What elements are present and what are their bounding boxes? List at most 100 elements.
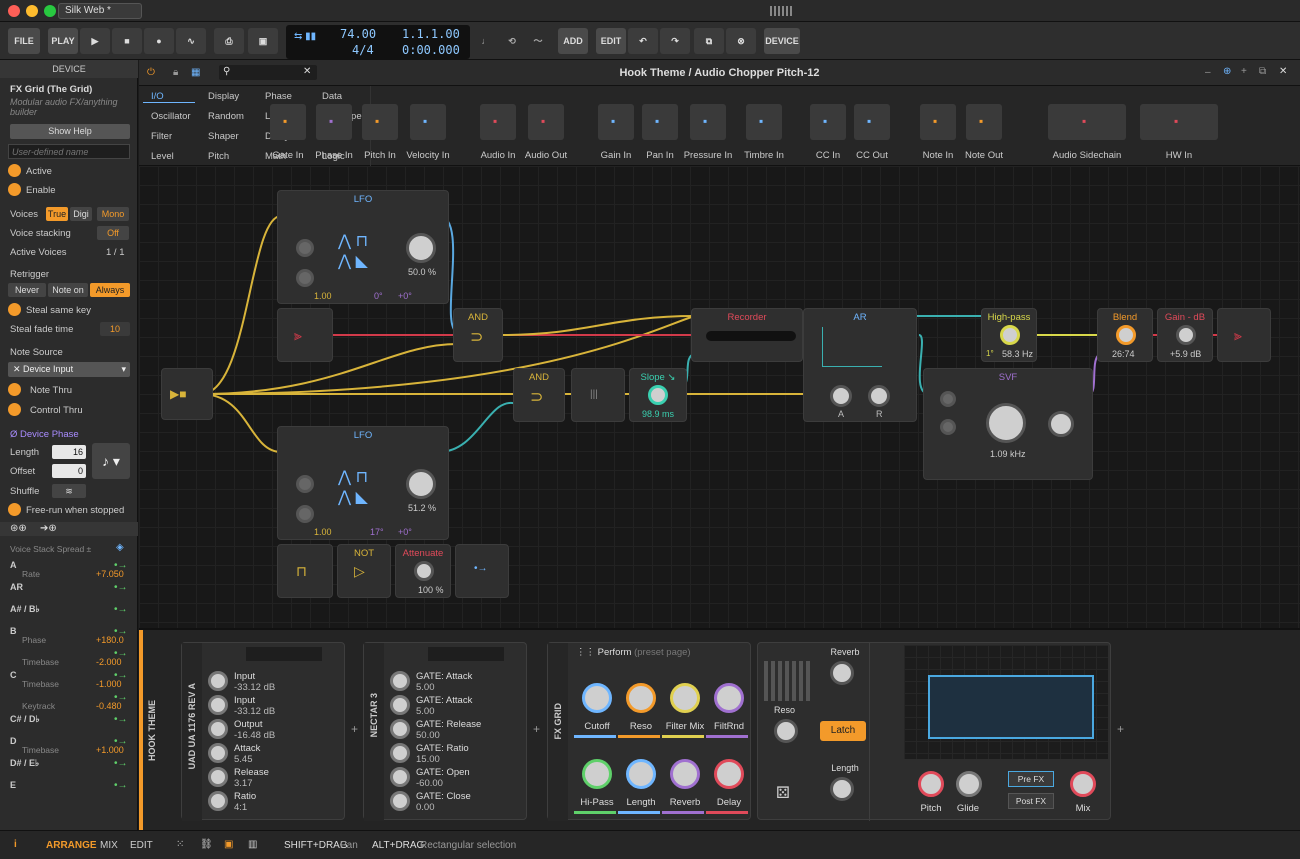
link-icon[interactable]: ⛓︎ bbox=[200, 839, 213, 850]
device-fx-grid[interactable]: FX GRID ⋮⋮ Perform (preset page) Cutoff R… bbox=[547, 642, 751, 821]
macro-knob-3[interactable] bbox=[670, 683, 700, 713]
module-audio-in[interactable]: ▪ bbox=[480, 104, 516, 140]
macro-knob-7[interactable] bbox=[670, 759, 700, 789]
lfo-2-rate[interactable]: 1.00 bbox=[314, 527, 332, 537]
mod-routing-icon[interactable]: •→ bbox=[114, 780, 128, 791]
svf-reso-knob[interactable] bbox=[1048, 411, 1074, 437]
tempo-display[interactable]: 74.00 bbox=[340, 27, 376, 41]
close-panel-icon[interactable]: ✕ bbox=[1279, 66, 1287, 77]
module-note-out[interactable]: ▪ bbox=[966, 104, 1002, 140]
lfo-2-phase[interactable]: 17° bbox=[370, 527, 384, 537]
highpass-order[interactable]: 1° bbox=[986, 349, 994, 358]
mod-routing-icon[interactable]: •→ bbox=[114, 560, 128, 571]
patch-grid[interactable]: ▶■ LFO 50.0 % ⋀ ⊓ ⋀ ◣ 1.00 0° +0° ⫸ AND ⊃… bbox=[139, 166, 1300, 628]
attenuate-node[interactable]: Attenuate 100 % bbox=[395, 544, 451, 598]
module-hw-in[interactable]: ▪ bbox=[1140, 104, 1218, 140]
param-knob[interactable] bbox=[390, 791, 410, 811]
category-data[interactable]: Data bbox=[322, 91, 342, 102]
stop-button[interactable]: ■ bbox=[112, 28, 142, 54]
param-knob[interactable] bbox=[208, 743, 228, 763]
macro-knob-4[interactable] bbox=[714, 683, 744, 713]
layout-button[interactable]: ▣ bbox=[248, 28, 278, 54]
module-cc-out[interactable]: ▪ bbox=[854, 104, 890, 140]
shuffle-button[interactable]: ≋ bbox=[52, 484, 86, 498]
mix-knob[interactable] bbox=[1070, 771, 1096, 797]
project-tab[interactable]: Silk Web * bbox=[58, 3, 142, 19]
position-display[interactable]: 1.1.1.00 bbox=[402, 27, 460, 41]
steal-fade-value[interactable]: 10 bbox=[100, 322, 130, 336]
cable-clock-lfo2[interactable] bbox=[200, 393, 282, 453]
module-note-in[interactable]: ▪ bbox=[920, 104, 956, 140]
category-level[interactable]: Level bbox=[151, 151, 174, 162]
waveform-selector[interactable]: ⋀ ⊓ ⋀ ◣ bbox=[338, 467, 368, 507]
macro-knob-8[interactable] bbox=[714, 759, 744, 789]
retrigger-note-on-button[interactable]: Note on bbox=[48, 283, 88, 297]
redo-button[interactable]: ↷ bbox=[660, 28, 690, 54]
param-knob[interactable] bbox=[390, 719, 410, 739]
not-node[interactable]: NOT ▷ bbox=[337, 544, 391, 598]
modulator-tab-icon[interactable]: ⊛⊕ bbox=[10, 523, 27, 534]
lfo-2-amount-knob[interactable] bbox=[406, 469, 436, 499]
device-nectar-3[interactable]: NECTAR 3 GATE: Attack 5.00 GATE: Attack 5.0… bbox=[363, 642, 527, 821]
lfo-2-offset[interactable]: +0° bbox=[398, 527, 412, 537]
gain-node[interactable]: Gain - dB +5.9 dB bbox=[1157, 308, 1213, 362]
steal-same-key-checkbox[interactable] bbox=[8, 303, 21, 316]
phase-in-node[interactable]: ▶■ bbox=[161, 368, 213, 420]
param-row[interactable]: Input -33.12 dB bbox=[234, 695, 275, 717]
category-filter[interactable]: Filter bbox=[151, 131, 172, 142]
length-value[interactable]: 16 bbox=[52, 445, 86, 459]
lfo-2-knob-a[interactable] bbox=[296, 475, 314, 493]
param-row[interactable]: GATE: Close 0.00 bbox=[416, 791, 471, 813]
module-velocity-in[interactable]: ▪ bbox=[410, 104, 446, 140]
device-2-search[interactable] bbox=[428, 647, 504, 661]
module-timbre-in[interactable]: ▪ bbox=[746, 104, 782, 140]
xy-pad[interactable] bbox=[904, 645, 1108, 759]
attack-knob[interactable] bbox=[830, 385, 852, 407]
popout-icon[interactable]: ⧉ bbox=[1259, 66, 1266, 77]
gate-repeat-node[interactable]: ||| bbox=[571, 368, 625, 422]
mod-routing-icon[interactable]: •→ bbox=[114, 758, 128, 769]
device-1-search[interactable] bbox=[246, 647, 322, 661]
release-knob[interactable] bbox=[868, 385, 890, 407]
highpass-node[interactable]: High-pass 1° 58.3 Hz bbox=[981, 308, 1037, 362]
add-device-button[interactable]: + bbox=[1117, 722, 1124, 736]
param-row[interactable]: Output -16.48 dB bbox=[234, 719, 275, 741]
enable-checkbox[interactable] bbox=[8, 183, 21, 196]
category-pitch[interactable]: Pitch bbox=[208, 151, 229, 162]
routing-tab-icon[interactable]: ➔⊕ bbox=[40, 523, 57, 534]
add-button[interactable]: ADD bbox=[558, 28, 588, 54]
undo-button[interactable]: ↶ bbox=[628, 28, 658, 54]
dice-icon[interactable]: ⚄ bbox=[776, 783, 790, 803]
device-uad-1176[interactable]: UAD UA 1176 REV A Input -33.12 dB Input -33… bbox=[181, 642, 345, 821]
param-knob[interactable] bbox=[208, 695, 228, 715]
recorder-node[interactable]: Recorder bbox=[691, 308, 803, 362]
mod-routing-icon[interactable]: •→ bbox=[114, 714, 128, 725]
and-node-2[interactable]: AND ⊃ bbox=[513, 368, 565, 422]
lfo-2-knob-b[interactable] bbox=[296, 505, 314, 523]
mod-routing-icon[interactable]: •→ bbox=[114, 670, 128, 681]
retrigger-never-button[interactable]: Never bbox=[8, 283, 46, 297]
param-row[interactable]: GATE: Open -60.00 bbox=[416, 767, 470, 789]
add-device-button[interactable]: + bbox=[533, 722, 540, 736]
user-defined-name-input[interactable] bbox=[8, 144, 130, 159]
param-knob[interactable] bbox=[208, 671, 228, 691]
device-button[interactable]: DEVICE bbox=[764, 28, 800, 54]
module-phase-in[interactable]: ▪ bbox=[316, 104, 352, 140]
mod-routing-icon[interactable]: •→ bbox=[114, 582, 128, 593]
gain-knob[interactable] bbox=[1176, 325, 1196, 345]
mod-routing-icon[interactable]: •→ bbox=[114, 626, 128, 637]
mod-routing-icon[interactable]: •→ bbox=[114, 736, 128, 747]
module-pan-in[interactable]: ▪ bbox=[642, 104, 678, 140]
module-audio-out[interactable]: ▪ bbox=[528, 104, 564, 140]
delete-button[interactable]: ⊗ bbox=[726, 28, 756, 54]
lfo-1-offset[interactable]: +0° bbox=[398, 291, 412, 301]
glide-knob[interactable] bbox=[956, 771, 982, 797]
slope-knob[interactable] bbox=[648, 385, 668, 405]
param-knob[interactable] bbox=[390, 743, 410, 763]
param-row[interactable]: Attack 5.45 bbox=[234, 743, 260, 765]
lfo-node-1[interactable]: LFO 50.0 % ⋀ ⊓ ⋀ ◣ 1.00 0° +0° bbox=[277, 190, 449, 304]
attenuate-knob[interactable] bbox=[414, 561, 434, 581]
retrigger-always-button[interactable]: Always bbox=[90, 283, 130, 297]
and-node-1[interactable]: AND ⊃ bbox=[453, 308, 503, 362]
mix-view-button[interactable]: MIX bbox=[100, 840, 118, 851]
